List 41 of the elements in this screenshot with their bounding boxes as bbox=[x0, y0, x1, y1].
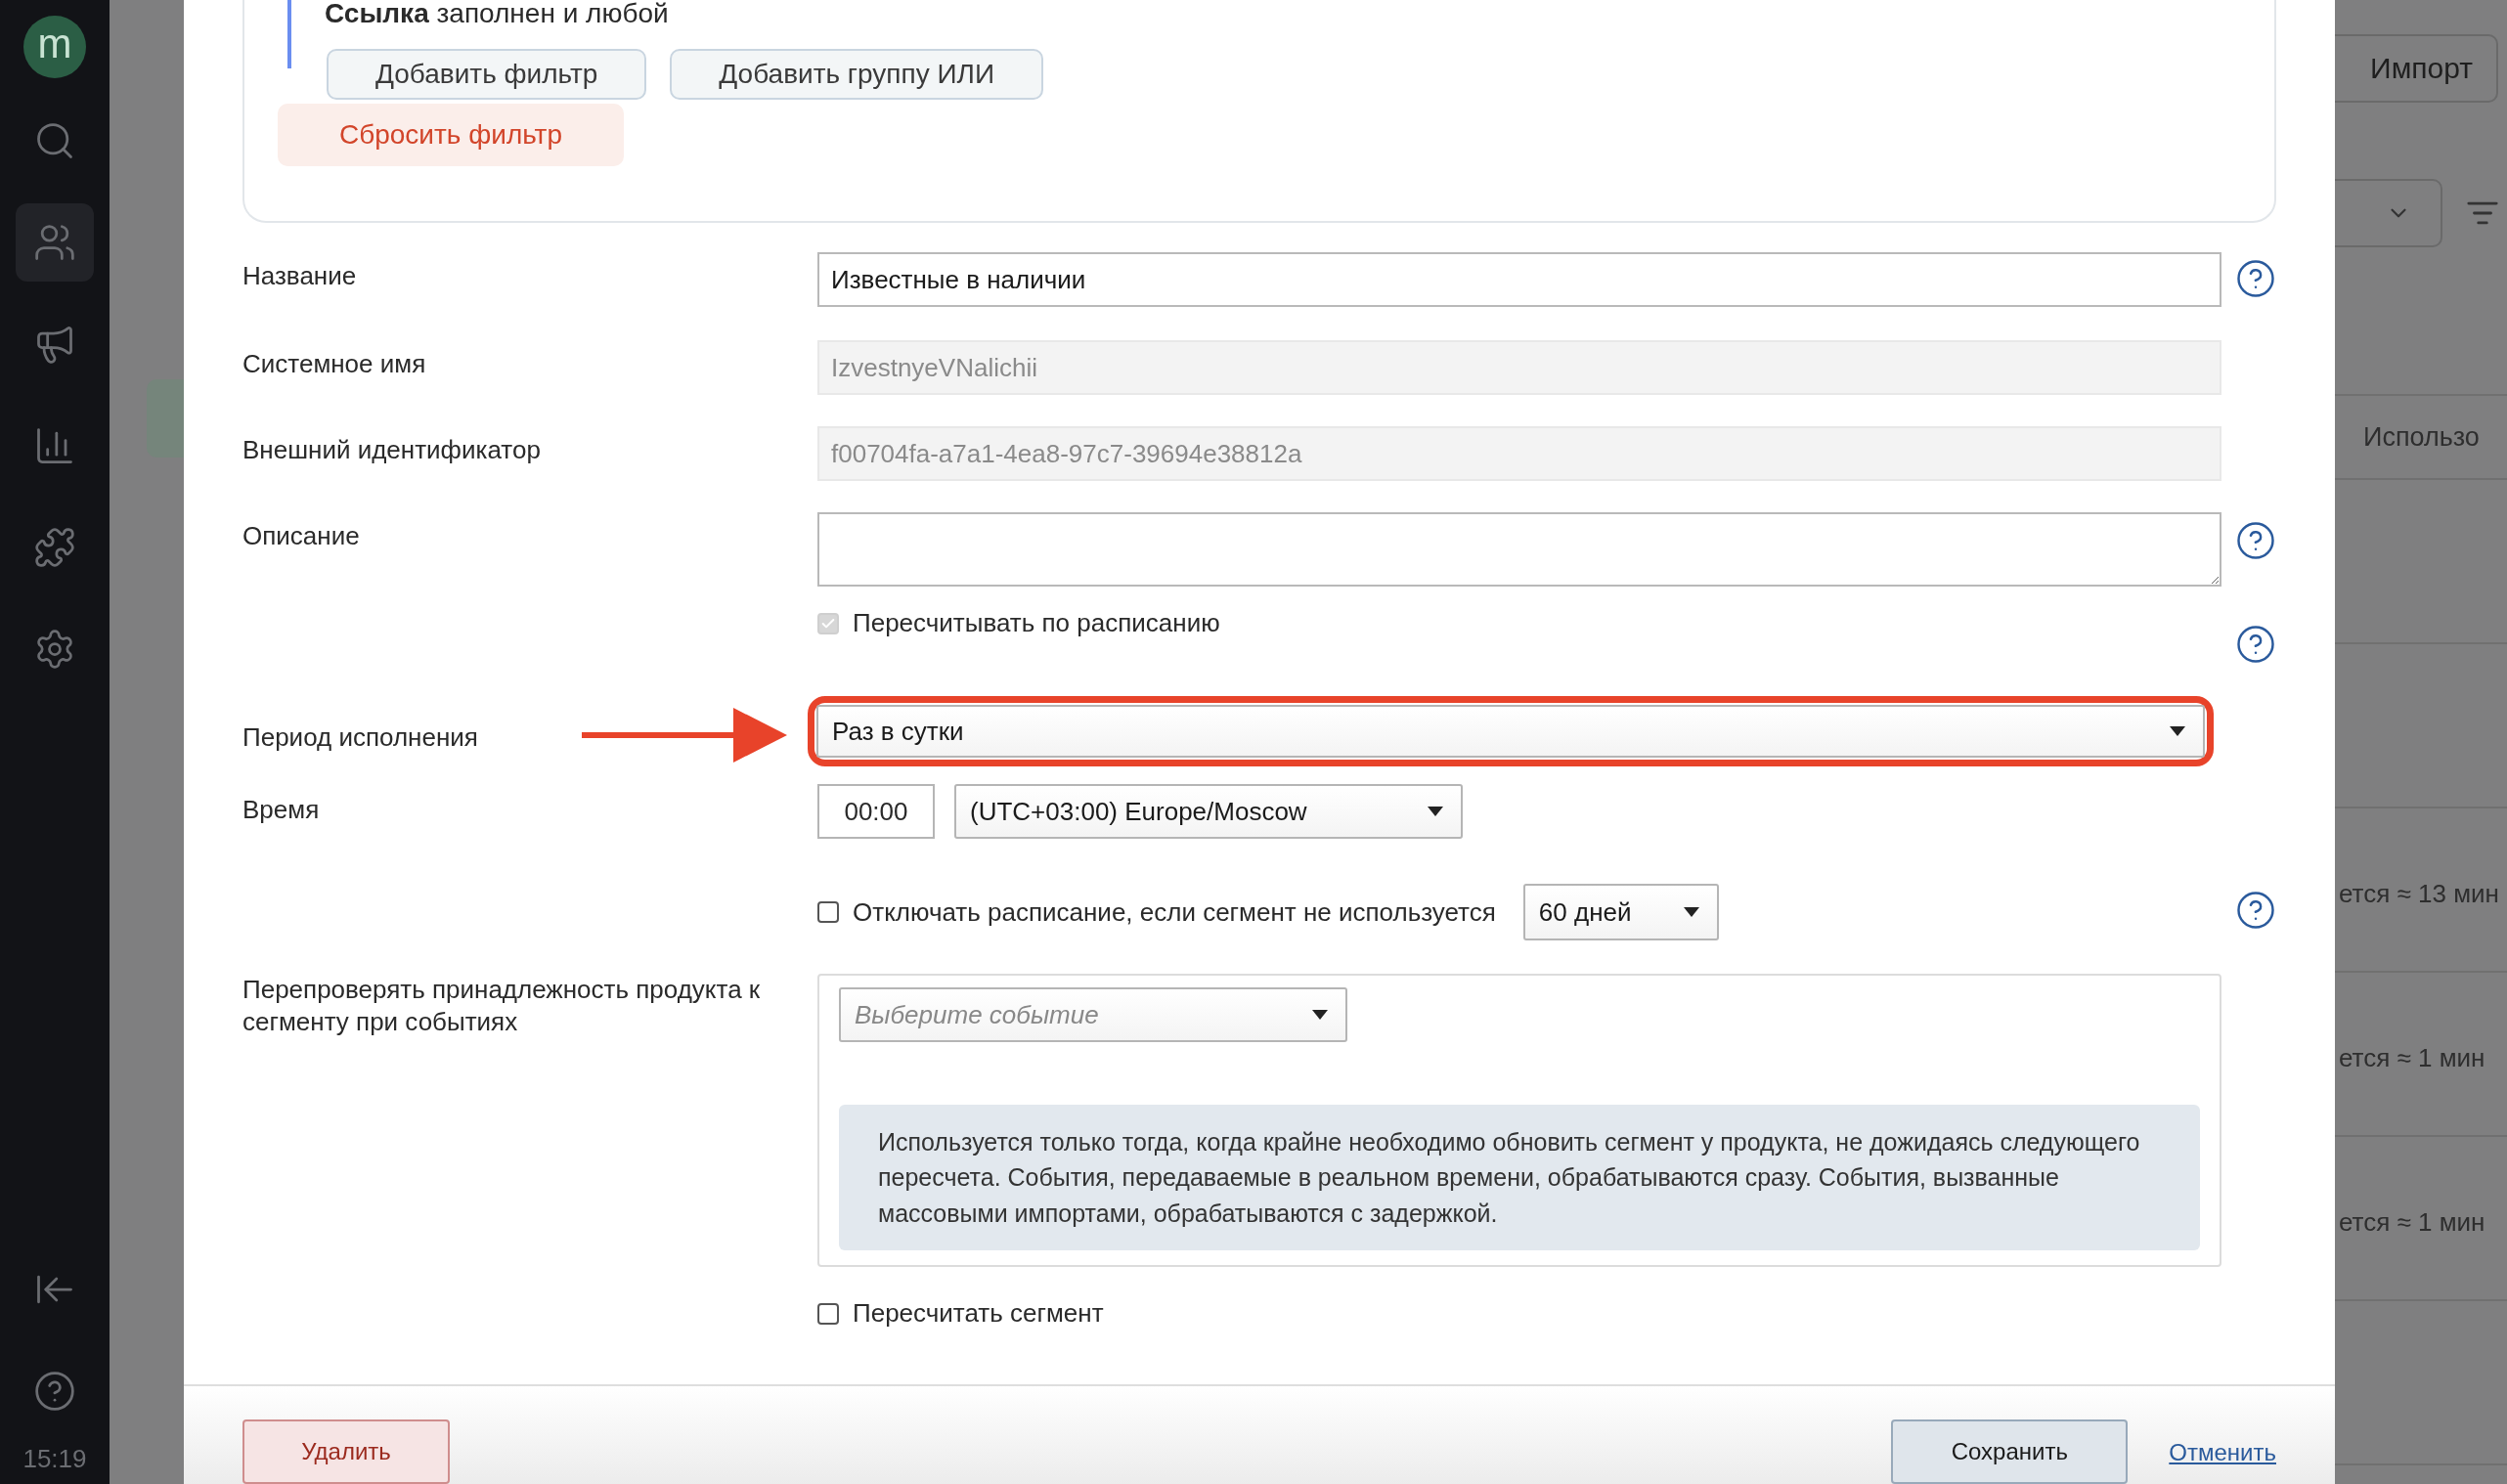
field-label: Название bbox=[242, 260, 357, 292]
field-label: Период исполнения bbox=[242, 721, 478, 754]
add-filter-button[interactable]: Добавить фильтр bbox=[327, 49, 647, 100]
puzzle-icon bbox=[33, 526, 76, 569]
caret-icon bbox=[1312, 1010, 1328, 1020]
field-label: Время bbox=[242, 794, 320, 826]
logo[interactable]: m bbox=[23, 16, 86, 78]
field-label: Описание bbox=[242, 520, 360, 552]
filter-condition: Ссылка заполнен и любой bbox=[325, 0, 670, 27]
description-textarea[interactable] bbox=[817, 512, 2221, 587]
cancel-link[interactable]: Отменить bbox=[2169, 1439, 2276, 1466]
reset-filter-button[interactable]: Сбросить фильтр bbox=[278, 104, 624, 166]
time-input[interactable]: 00:00 bbox=[817, 784, 935, 839]
help-icon bbox=[33, 1370, 76, 1413]
caret-icon bbox=[1683, 907, 1699, 917]
caret-icon bbox=[1428, 807, 1443, 816]
checkbox-label: Отключать расписание, если сегмент не используется bbox=[853, 896, 1496, 928]
status-text: ется ≈ 1 мин bbox=[2339, 1207, 2485, 1238]
add-or-group-button[interactable]: Добавить группу ИЛИ bbox=[670, 49, 1044, 100]
name-input[interactable]: Известные в наличии bbox=[817, 252, 2221, 307]
sidebar-item[interactable] bbox=[16, 203, 94, 282]
field-label: Внешний идентификатор bbox=[242, 434, 541, 466]
days-dropdown[interactable]: 60 дней bbox=[1522, 884, 1719, 940]
help-icon[interactable] bbox=[2235, 258, 2276, 299]
delete-button[interactable]: Удалить bbox=[242, 1419, 450, 1484]
field-label: Перепроверять принадлежность продукта к сегменту при событиях bbox=[242, 974, 762, 1037]
timezone-dropdown[interactable]: (UTC+03:00) Europe/Moscow bbox=[954, 784, 1463, 839]
checkbox-label: Пересчитать сегмент bbox=[853, 1298, 1104, 1329]
period-dropdown[interactable]: Раз в сутки bbox=[816, 705, 2205, 758]
clock-time: 15:19 bbox=[22, 1443, 87, 1475]
save-button[interactable]: Сохранить bbox=[1891, 1419, 2129, 1484]
help-icon[interactable] bbox=[2235, 890, 2276, 931]
checkbox-label: Пересчитывать по расписанию bbox=[853, 608, 1220, 638]
status-text: ется ≈ 13 мин bbox=[2339, 879, 2499, 909]
help-icon[interactable] bbox=[2235, 520, 2276, 561]
caret-icon bbox=[2170, 726, 2185, 736]
field-label: Системное имя bbox=[242, 348, 426, 380]
checkbox[interactable] bbox=[817, 901, 839, 923]
status-text: ется ≈ 1 мин bbox=[2339, 1043, 2485, 1073]
checkbox[interactable] bbox=[817, 1302, 839, 1325]
info-note: Используется только тогда, когда крайне необходимо обновить сегмент у продукта, не дожидаясь следующего пересчета. События, передаваемые в реальном времени, обрабатываются сразу. События, вызванные массовыми импортами, обрабатываются с задержкой. bbox=[839, 1105, 2200, 1250]
